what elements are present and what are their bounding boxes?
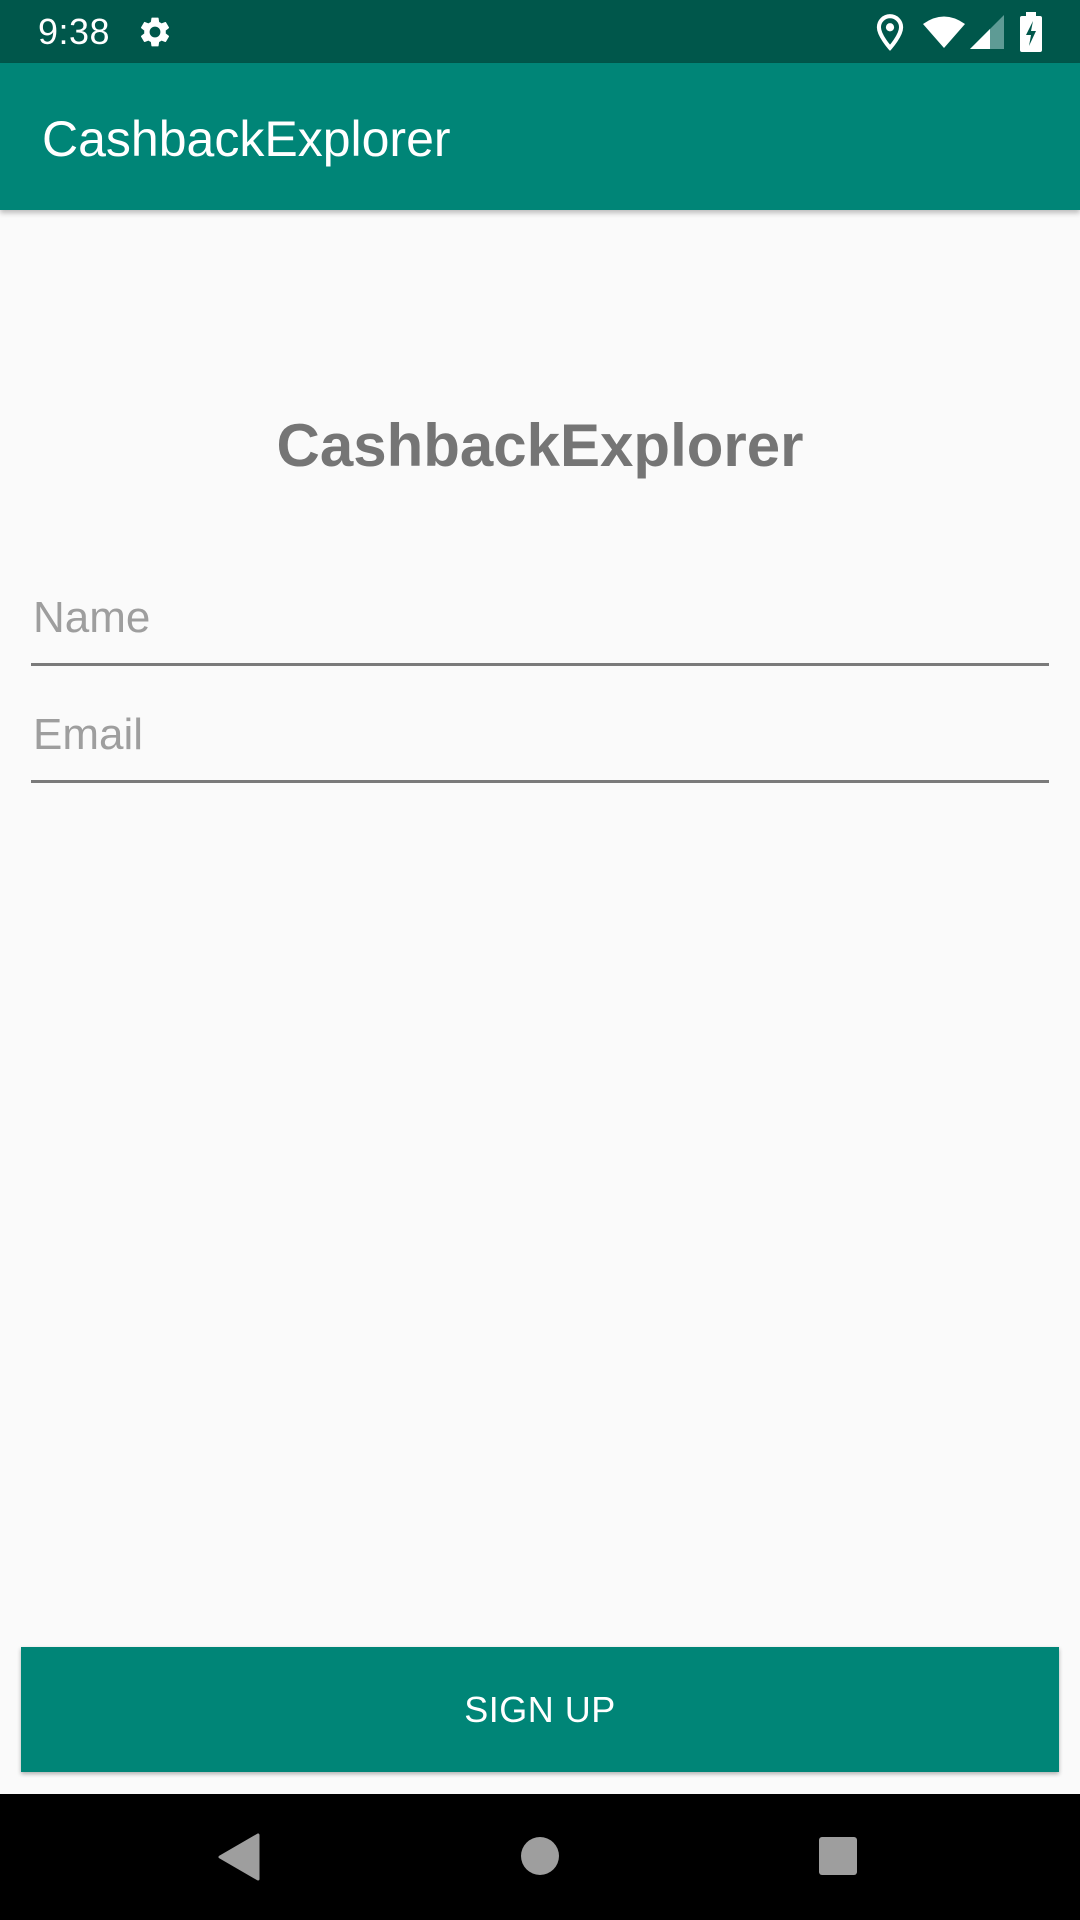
status-bar: 9:38 <box>0 0 1080 63</box>
name-field[interactable] <box>31 578 1049 666</box>
navigation-bar <box>0 1794 1080 1920</box>
signal-icon <box>970 15 1004 49</box>
back-icon[interactable] <box>218 1833 260 1881</box>
app-bar: CashbackExplorer <box>0 63 1080 210</box>
battery-charging-icon <box>1020 12 1042 52</box>
recents-icon[interactable] <box>818 1836 858 1876</box>
settings-icon <box>140 17 170 47</box>
wifi-icon <box>923 16 965 48</box>
email-field[interactable] <box>31 695 1049 783</box>
app-bar-title: CashbackExplorer <box>42 111 451 167</box>
sign-up-button[interactable]: SIGN UP <box>21 1647 1059 1772</box>
page-title: CashbackExplorer <box>276 412 804 479</box>
home-icon[interactable] <box>520 1836 560 1876</box>
sign-up-button-label: SIGN UP <box>464 1688 616 1730</box>
location-icon <box>876 14 904 51</box>
status-time: 9:38 <box>38 11 111 52</box>
